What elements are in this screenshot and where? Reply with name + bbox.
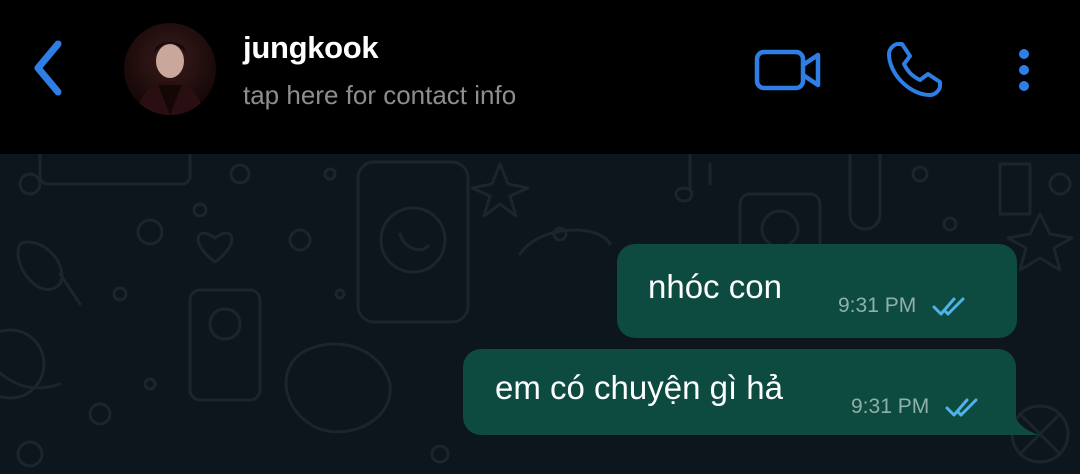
outgoing-message-bubble[interactable]: em có chuyện gì hả 9:31 PM <box>463 349 1016 435</box>
message-time: 9:31 PM <box>851 395 930 418</box>
contact-name[interactable]: jungkook <box>243 30 379 66</box>
phone-icon <box>887 42 942 97</box>
bubble-tail <box>1012 407 1040 435</box>
message-list[interactable]: nhóc con 9:31 PM em có chuyện gì hả 9:31… <box>0 154 1080 474</box>
avatar[interactable] <box>124 23 216 115</box>
message-text: nhóc con <box>648 268 782 305</box>
back-chevron-icon <box>34 40 62 96</box>
more-options-button[interactable] <box>1004 40 1044 100</box>
voice-call-button[interactable] <box>878 38 950 102</box>
video-camera-icon <box>754 49 821 91</box>
more-vertical-icon <box>1019 49 1029 91</box>
double-check-icon <box>932 297 965 316</box>
chat-header: jungkook tap here for contact info <box>0 0 1080 154</box>
double-check-icon <box>945 398 978 417</box>
outgoing-message-bubble[interactable]: nhóc con 9:31 PM <box>617 244 1017 338</box>
message-meta: 9:31 PM <box>838 294 974 318</box>
message-meta: 9:31 PM <box>851 395 987 419</box>
message-text: em có chuyện gì hả <box>495 369 784 406</box>
avatar-photo <box>124 23 216 115</box>
back-button[interactable] <box>18 36 78 100</box>
chat-screen: jungkook tap here for contact info nhóc … <box>0 0 1080 474</box>
contact-info-hint[interactable]: tap here for contact info <box>243 80 516 111</box>
video-call-button[interactable] <box>748 40 828 100</box>
message-time: 9:31 PM <box>838 294 917 317</box>
